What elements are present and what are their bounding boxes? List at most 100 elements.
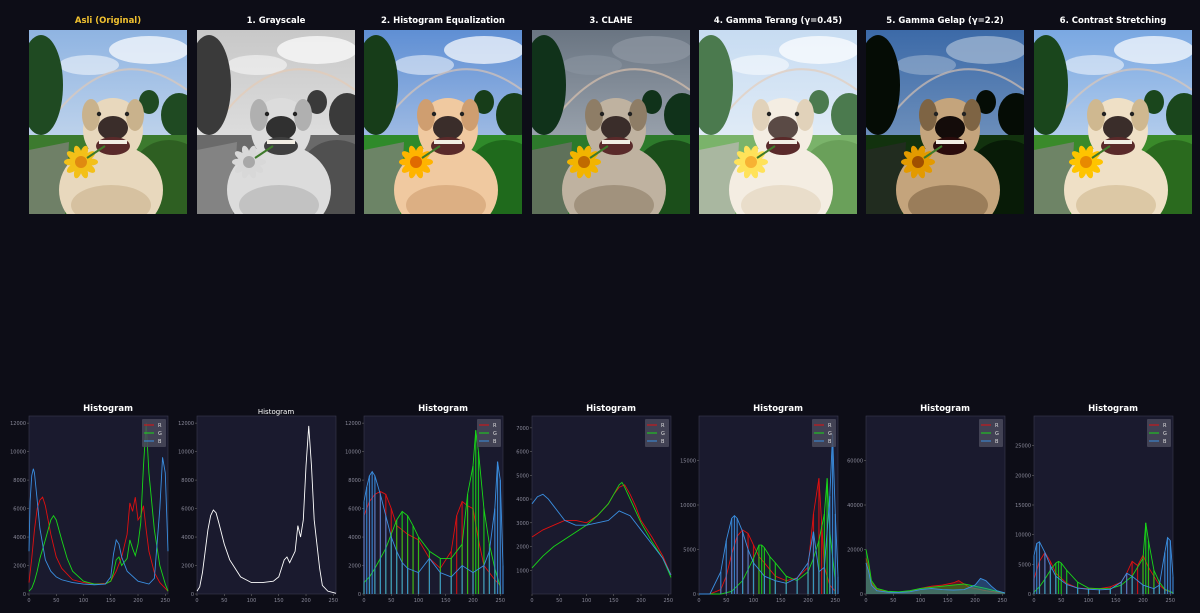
photo-image [29,30,187,214]
histogram-title: Histogram [418,404,468,414]
legend-label-r: R [493,423,497,429]
y-tick-label: 6000 [181,507,194,513]
y-tick-label: 12000 [345,421,361,427]
histogram-panel: 0 20000 40000 60000 0 50 100 150 200 250 R G B [839,414,1007,606]
panel-title: 6. Contrast Stretching [1059,16,1167,26]
histogram-chart: 0 5000 10000 15000 20000 25000 0 50 100 150 200 250… [1015,415,1176,604]
y-tick-label: 7000 [516,426,529,432]
histogram-chart: 0500010000150000 50 100 150 200 250RGB [680,415,840,604]
x-tick-label: 100 [1084,598,1094,604]
x-tick-label: 100 [582,598,592,604]
x-tick-label: 200 [803,598,813,604]
x-tick-label: 250 [496,598,506,604]
y-tick-label: 40000 [847,503,863,509]
histogram-chart: 0 20000 40000 60000 0 50 100 150 200 250 RGB [847,415,1008,604]
legend-label-r: R [661,423,665,429]
y-tick-label: 6000 [516,450,529,456]
legend-label-b: B [493,439,497,445]
histogram-title: Histogram [1088,404,1138,414]
legend-label-r: R [828,423,832,429]
x-tick-label: 50 [556,598,562,604]
histogram-panel: 0 5000 10000 15000 0 50 100 150 200 250 R G B [672,414,840,606]
y-tick-label: 20000 [1015,473,1031,479]
y-tick-label: 8000 [13,478,26,484]
x-tick-label: 0 [27,598,30,604]
panel-title: 5. Gamma Gelap (γ=2.2) [886,16,1004,26]
x-tick-label: 0 [195,598,198,604]
panel-title: 2. Histogram Equalization [381,16,505,26]
x-tick-label: 150 [441,598,451,604]
photo-image [866,30,1024,214]
y-tick-label: 2000 [348,564,361,570]
y-tick-label: 10000 [178,450,194,456]
y-tick-label: 4000 [181,535,194,541]
x-tick-label: 100 [247,598,257,604]
legend-label-r: R [995,423,999,429]
histogram-title: Histogram [586,404,636,414]
panel-photo [197,30,355,214]
x-tick-label: 250 [998,598,1008,604]
photo-image [532,30,690,214]
legend-label-g: G [661,431,665,437]
legend-label-g: G [995,431,999,437]
histogram-panel: 0 5000 10000 15000 20000 25000 0 50 100 150 200 250… [1007,414,1175,606]
x-tick-label: 50 [388,598,394,604]
x-tick-label: 100 [414,598,424,604]
panel-photo [532,30,690,214]
x-tick-label: 150 [943,598,953,604]
y-tick-label: 60000 [847,459,863,465]
x-tick-label: 0 [864,598,867,604]
x-tick-label: 200 [301,598,311,604]
x-tick-label: 200 [970,598,980,604]
x-tick-label: 150 [776,598,786,604]
legend-label-g: G [158,431,162,437]
x-tick-label: 250 [161,598,171,604]
x-tick-label: 150 [1111,598,1121,604]
histogram-chart: 0200040006000800010000120000 50 100 150 200 2… [178,415,338,604]
y-tick-label: 5000 [1018,562,1031,568]
y-tick-label: 12000 [10,421,26,427]
histogram-panel: 1000 2000 3000 4000 5000 6000 7000 0 50 100 150 200… [505,414,673,606]
x-tick-label: 250 [1166,598,1176,604]
panel-photo [699,30,857,214]
y-tick-label: 0 [860,592,863,598]
photo-image [364,30,522,214]
x-tick-label: 150 [274,598,284,604]
x-tick-label: 100 [79,598,89,604]
x-tick-label: 150 [609,598,619,604]
y-tick-label: 6000 [348,507,361,513]
x-tick-label: 100 [916,598,926,604]
x-tick-label: 50 [890,598,896,604]
panel-photo [1034,30,1192,214]
y-tick-label: 5000 [516,473,529,479]
y-tick-label: 6000 [13,507,26,513]
legend-label-b: B [828,439,832,445]
y-tick-label: 10000 [345,450,361,456]
y-tick-label: 10000 [10,450,26,456]
y-tick-label: 1000 [516,568,529,574]
y-tick-label: 8000 [181,478,194,484]
y-tick-label: 15000 [1015,503,1031,509]
y-tick-label: 4000 [13,535,26,541]
photo-image [197,30,355,214]
histogram-panel: 0 2000 4000 6000 8000 10000 12000 0 50 100 150 200 2… [2,414,170,606]
legend-label-g: G [493,431,497,437]
y-tick-label: 0 [1028,592,1031,598]
y-tick-label: 0 [191,592,194,598]
histogram-title: Histogram [83,404,133,414]
legend-label-b: B [661,439,665,445]
y-tick-label: 4000 [348,535,361,541]
x-tick-label: 100 [749,598,759,604]
histogram-title: Histogram [753,404,803,414]
y-tick-label: 8000 [348,478,361,484]
plot-area [196,415,337,595]
y-tick-label: 10000 [1015,533,1031,539]
y-tick-label: 0 [693,592,696,598]
y-tick-label: 4000 [516,497,529,503]
y-tick-label: 25000 [1015,444,1031,450]
y-tick-label: 20000 [847,548,863,554]
y-tick-label: 10000 [680,503,696,509]
x-tick-label: 200 [636,598,646,604]
panel-title: 3. CLAHE [589,16,633,26]
panel-title: 4. Gamma Terang (γ=0.45) [713,16,843,26]
